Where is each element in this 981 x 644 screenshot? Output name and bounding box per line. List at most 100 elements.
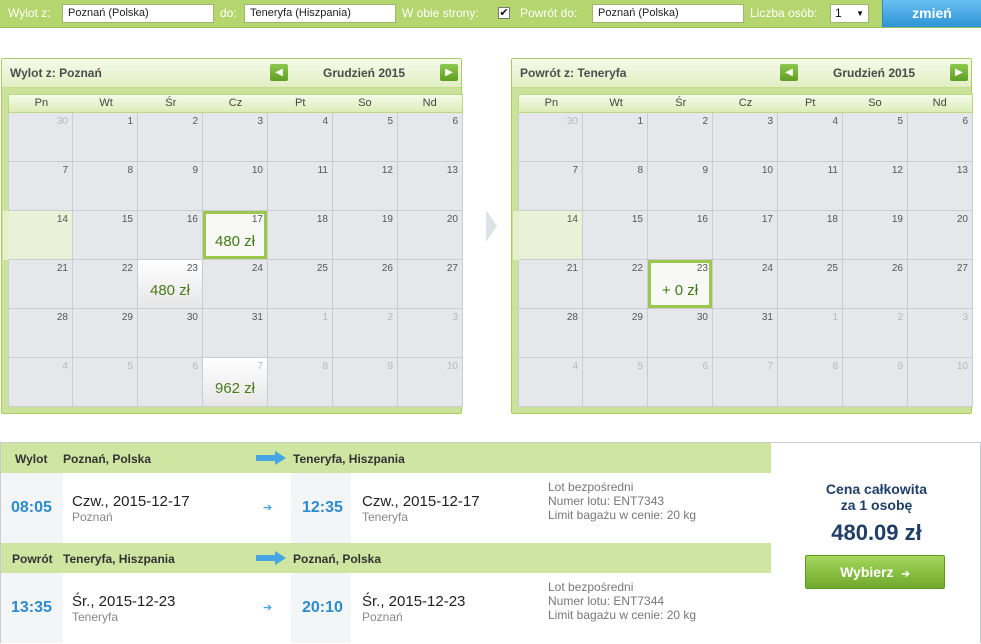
calendar-day-priced[interactable]: 17 480 zł (203, 211, 268, 260)
day-number: 10 (446, 361, 458, 372)
calendar-day: 21 (8, 260, 73, 309)
day-number: 13 (956, 165, 968, 176)
calendar-day: 3 (713, 113, 778, 162)
day-number: 3 (452, 312, 458, 323)
day-number: 17 (761, 214, 773, 225)
calendar-day: 30 (8, 113, 73, 162)
flight-type: Lot bezpośredni (548, 480, 634, 494)
calendar-day: 24 (713, 260, 778, 309)
next-month-arrow-icon[interactable]: ▶ (440, 64, 458, 81)
calendar-day: 6 (908, 113, 973, 162)
weekday-label: Pt (295, 97, 306, 109)
next-month-arrow-icon[interactable]: ▶ (950, 64, 968, 81)
return-input[interactable]: Poznań (Polska) (592, 4, 744, 23)
day-number: 2 (387, 312, 393, 323)
outbound-label: Wylot (15, 452, 48, 466)
arrival-time: 20:10 (302, 599, 343, 616)
weekday-label: Cz (228, 97, 243, 109)
day-number: 12 (891, 165, 903, 176)
day-number: 6 (962, 116, 968, 127)
calendar-day: 1 (583, 113, 648, 162)
to-input[interactable]: Teneryfa (Hiszpania) (244, 4, 396, 23)
calendar-day: 28 (8, 309, 73, 358)
weekday-header: Pn Wt Śr Cz Pt So Nd (8, 94, 463, 113)
calendar-day: 8 (778, 358, 843, 407)
calendar-day: 29 (583, 309, 648, 358)
calendar-day: 20 (398, 211, 463, 260)
calendar-week: 21 22 23 480 zł 24 25 26 27 (8, 260, 463, 309)
calendar-day-priced[interactable]: 23 480 zł (138, 260, 203, 309)
day-number: 31 (761, 312, 773, 323)
day-number: 8 (322, 361, 328, 372)
calendar-day: 16 (138, 211, 203, 260)
calendar-day: 1 (268, 309, 333, 358)
flight-summary: Wylot Poznań, Polska Teneryfa, Hiszpania… (0, 442, 981, 644)
calendar-day: 31 (203, 309, 268, 358)
return-calendar: Powrót z: Teneryfa ◀ Grudzień 2015 ▶ Pn W… (511, 58, 973, 414)
day-number: 9 (192, 165, 198, 176)
return-to: Poznań, Polska (293, 552, 382, 566)
calendar-week: 7 8 9 10 11 12 13 (518, 162, 973, 211)
day-number: 18 (826, 214, 838, 225)
calendar-day: 19 (333, 211, 398, 260)
calendar-week: 4 5 6 7 962 zł 8 9 10 (8, 358, 463, 407)
calendar-grid: Pn Wt Śr Cz Pt So Nd 30 1 2 3 4 5 6 7 8 9 10 11 12 13 14 15 16 1… (513, 94, 973, 407)
calendar-day-priced[interactable]: 7 962 zł (203, 358, 268, 407)
day-number: 16 (186, 214, 198, 225)
calendar-day: 10 (908, 358, 973, 407)
calendar-day: 30 (138, 309, 203, 358)
calendar-week: 28 29 30 31 1 2 3 (518, 309, 973, 358)
change-button[interactable]: zmień (882, 0, 981, 27)
calendar-day: 25 (268, 260, 333, 309)
calendar-day: 7 (713, 358, 778, 407)
calendar-day: 14 (513, 211, 583, 260)
day-number: 6 (192, 361, 198, 372)
from-input[interactable]: Poznań (Polska) (62, 4, 214, 23)
weekday-label: Pn (544, 97, 559, 109)
roundtrip-checkbox[interactable]: ✔ (498, 7, 510, 19)
day-number: 11 (317, 165, 328, 176)
day-number: 30 (56, 116, 68, 127)
prev-month-arrow-icon[interactable]: ◀ (780, 64, 798, 81)
calendar-grid: Pn Wt Śr Cz Pt So Nd 30 1 2 3 4 5 6 7 8 9 10 11 12 13 14 15 16 1… (3, 94, 463, 407)
calendar-day: 27 (398, 260, 463, 309)
calendar-day: 15 (583, 211, 648, 260)
select-button[interactable]: Wybierz ➔ (805, 555, 945, 589)
persons-select[interactable]: 1 ▼ (830, 4, 869, 23)
search-bar: Wylot z: Poznań (Polska) do: Teneryfa (H… (0, 0, 981, 28)
day-number: 18 (316, 214, 328, 225)
calendar-day: 31 (713, 309, 778, 358)
calendar-day: 6 (648, 358, 713, 407)
calendar-day: 4 (8, 358, 73, 407)
calendar-day: 10 (203, 162, 268, 211)
weekday-label: So (868, 97, 882, 109)
day-number: 8 (832, 361, 838, 372)
day-number: 15 (121, 214, 133, 225)
calendar-day: 26 (843, 260, 908, 309)
calendar-day: 6 (398, 113, 463, 162)
day-number: 2 (897, 312, 903, 323)
prev-month-arrow-icon[interactable]: ◀ (270, 64, 288, 81)
return-label: Powrót do: (520, 6, 578, 20)
calendar-day-priced[interactable]: 23 + 0 zł (648, 260, 713, 309)
day-number: 11 (827, 165, 838, 176)
calendar-day: 17 (713, 211, 778, 260)
day-number: 3 (257, 116, 263, 127)
calendar-week: 7 8 9 10 11 12 13 (8, 162, 463, 211)
chevron-right-icon (486, 210, 497, 242)
calendar-day: 30 (648, 309, 713, 358)
arrival-date: Czw., 2015-12-17 (362, 493, 480, 510)
day-number: 29 (121, 312, 133, 323)
day-number: 8 (127, 165, 133, 176)
roundtrip-label: W obie strony: (402, 6, 479, 20)
calendar-day: 7 (518, 162, 583, 211)
baggage-limit: Limit bagażu w cenie: 20 kg (548, 508, 697, 522)
day-number: 9 (702, 165, 708, 176)
flight-number: Numer lotu: ENT7344 (548, 594, 665, 608)
calendar-day: 12 (333, 162, 398, 211)
calendar-day: 21 (518, 260, 583, 309)
weekday-header: Pn Wt Śr Cz Pt So Nd (518, 94, 973, 113)
calendar-day: 5 (843, 113, 908, 162)
day-number: 4 (572, 361, 578, 372)
day-number: 23 (186, 263, 198, 274)
